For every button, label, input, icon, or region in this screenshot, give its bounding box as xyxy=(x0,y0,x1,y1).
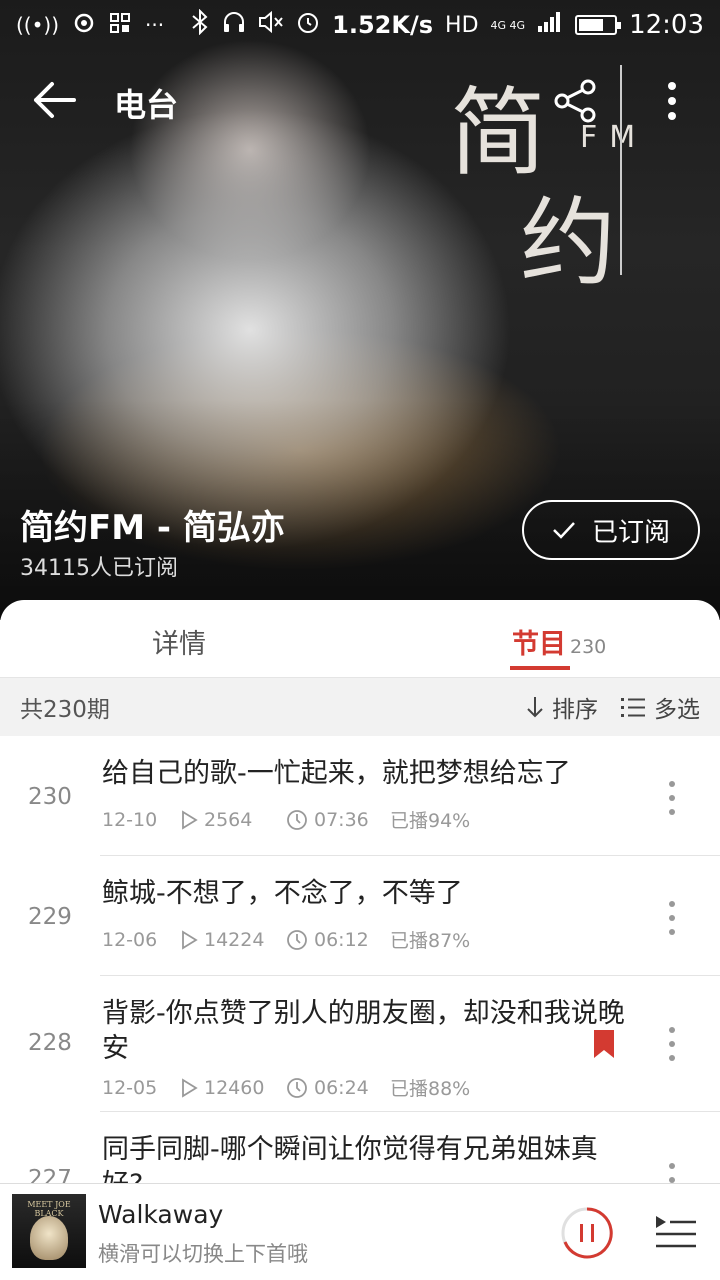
more-options-icon[interactable] xyxy=(652,76,692,126)
check-icon xyxy=(553,522,575,539)
overflow-dots-icon: ··· xyxy=(145,13,165,37)
pause-button[interactable] xyxy=(560,1206,614,1260)
subscribed-button[interactable]: 已订阅 xyxy=(522,500,700,560)
play-count: 14224 xyxy=(204,928,265,951)
program-list: 230 给自己的歌-一忙起来，就把梦想给忘了 12-10 2564 07:36 … xyxy=(0,736,720,1252)
battery-fill xyxy=(579,19,603,31)
program-item[interactable]: 228 背影-你点赞了别人的朋友圈，却没和我说晚安 12-05 12460 06… xyxy=(0,976,720,1112)
signal-icon xyxy=(537,11,563,39)
bookmark-icon[interactable] xyxy=(594,1030,614,1058)
apps-icon xyxy=(109,12,131,39)
song-title: Walkaway xyxy=(98,1200,224,1229)
content-sheet: 详情 节目 230 共230期 排序 多选 230 给自己的歌-一忙起来，就把梦想… xyxy=(0,600,720,1280)
item-more-icon[interactable] xyxy=(660,898,684,938)
clock-icon xyxy=(287,929,307,950)
episode-total: 共230期 xyxy=(20,697,110,723)
list-check-icon xyxy=(621,698,645,717)
program-item[interactable]: 229 鲸城-不想了，不念了，不等了 12-06 14224 06:12 已播8… xyxy=(0,856,720,976)
list-header: 共230期 排序 多选 xyxy=(0,678,720,736)
program-number: 229 xyxy=(28,904,72,930)
play-count-icon xyxy=(182,809,198,830)
headphones-icon xyxy=(222,10,246,40)
program-title: 鲸城-不想了，不念了，不等了 xyxy=(102,878,463,909)
play-count: 2564 xyxy=(204,808,253,831)
hotspot-icon: ((•)) xyxy=(16,13,60,37)
program-item[interactable]: 230 给自己的歌-一忙起来，就把梦想给忘了 12-10 2564 07:36 … xyxy=(0,736,720,856)
clock-icon xyxy=(287,809,307,830)
subscriber-count: 34115人已订阅 xyxy=(20,556,178,581)
duration: 07:36 xyxy=(314,808,369,831)
logo-char-2: 约 xyxy=(520,187,616,299)
network-speed: 1.52K/s xyxy=(332,11,434,39)
program-date: 12-06 xyxy=(102,928,158,951)
play-count: 12460 xyxy=(204,1076,265,1099)
play-progress: 已播94% xyxy=(390,810,471,832)
signal-label: 4G 4G xyxy=(490,18,526,32)
tab-programs-label: 节目 xyxy=(512,629,566,660)
album-cover[interactable]: MEET JOE BLACK xyxy=(12,1194,86,1268)
playlist-icon[interactable] xyxy=(654,1212,698,1252)
tab-indicator xyxy=(510,666,570,670)
sort-arrow-icon xyxy=(527,697,543,718)
share-icon[interactable] xyxy=(552,78,598,124)
clock: 12:03 xyxy=(629,10,704,40)
program-date: 12-05 xyxy=(102,1076,158,1099)
multi-select-button[interactable]: 多选 xyxy=(620,690,700,724)
duration: 06:24 xyxy=(314,1076,369,1099)
hd-label: HD xyxy=(445,12,479,38)
program-number: 230 xyxy=(28,784,72,810)
multi-select-label: 多选 xyxy=(654,697,700,723)
duration: 06:12 xyxy=(314,928,369,951)
program-title: 背影-你点赞了别人的朋友圈，却没和我说晚安 xyxy=(102,998,625,1064)
pause-icon xyxy=(561,1207,613,1259)
mini-player[interactable]: MEET JOE BLACK Walkaway 横滑可以切换上下首哦 xyxy=(0,1183,720,1280)
bluetooth-icon xyxy=(190,8,210,41)
netease-icon xyxy=(73,12,95,39)
play-count-icon xyxy=(182,929,198,950)
swipe-hint: 横滑可以切换上下首哦 xyxy=(98,1242,308,1266)
mute-icon xyxy=(258,10,284,40)
sort-button[interactable]: 排序 xyxy=(526,690,598,724)
page-title: 电台 xyxy=(114,86,179,124)
battery-icon xyxy=(575,15,622,35)
alarm-icon xyxy=(296,10,320,40)
back-arrow-icon[interactable] xyxy=(30,76,78,124)
program-title: 给自己的歌-一忙起来，就把梦想给忘了 xyxy=(102,758,571,789)
play-count-icon xyxy=(182,1077,198,1098)
subscribed-label: 已订阅 xyxy=(591,517,670,548)
album-cover-art xyxy=(30,1216,68,1260)
play-progress: 已播87% xyxy=(390,930,471,952)
item-more-icon[interactable] xyxy=(660,778,684,818)
program-number: 228 xyxy=(28,1030,72,1056)
tab-programs-count: 230 xyxy=(570,636,607,658)
top-bar: 电台 xyxy=(0,60,720,140)
program-date: 12-10 xyxy=(102,808,158,831)
program-meta: 12-10 2564 07:36 已播94% xyxy=(102,806,470,833)
channel-name: 简约FM - 简弘亦 xyxy=(20,508,285,548)
tab-details[interactable]: 详情 xyxy=(152,622,206,661)
program-meta: 12-06 14224 06:12 已播87% xyxy=(102,926,470,953)
sort-label: 排序 xyxy=(552,697,598,723)
program-meta: 12-05 12460 06:24 已播88% xyxy=(102,1074,470,1101)
status-bar: ((•)) ··· 1.52K/s HD 4G 4G 12:03 xyxy=(0,0,720,50)
item-more-icon[interactable] xyxy=(660,1024,684,1064)
tab-programs[interactable]: 节目 230 xyxy=(512,622,606,661)
clock-icon xyxy=(287,1077,307,1098)
tab-bar: 详情 节目 230 xyxy=(0,600,720,678)
play-progress: 已播88% xyxy=(390,1078,471,1100)
